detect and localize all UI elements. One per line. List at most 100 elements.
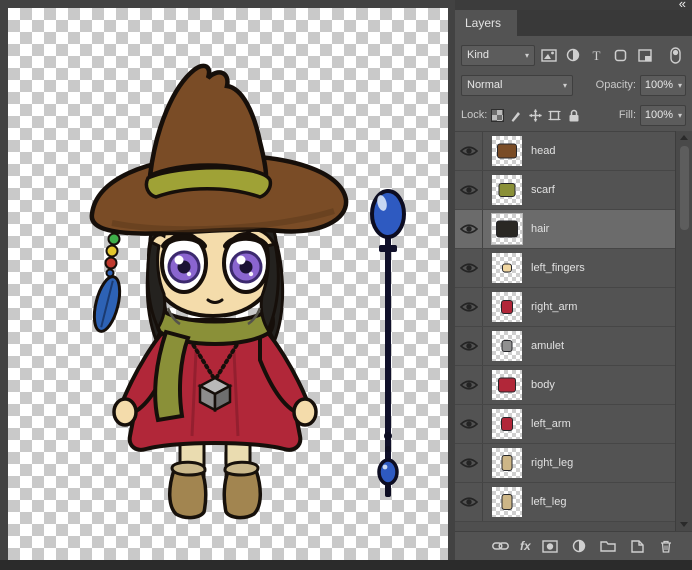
layer-row[interactable]: amulet — [455, 327, 675, 366]
blend-mode-dropdown[interactable]: Normal ▾ — [461, 74, 573, 96]
layer-thumbnail[interactable] — [492, 331, 522, 361]
eye-icon — [459, 302, 478, 312]
layer-group-icon[interactable] — [599, 537, 618, 556]
scroll-down-arrow[interactable] — [680, 522, 688, 527]
layer-visibility-toggle[interactable] — [455, 132, 483, 170]
adjustment-layer-filter-icon[interactable] — [562, 45, 583, 66]
layer-thumb-sprite — [501, 494, 513, 510]
fill-label: Fill: — [618, 109, 636, 121]
layer-row[interactable]: left_leg — [455, 483, 675, 522]
layer-name: left_fingers — [531, 262, 585, 274]
layer-row[interactable]: left_arm — [455, 405, 675, 444]
panel-tab-bar: Layers — [455, 10, 692, 36]
opacity-value-field[interactable]: 100% ▾ — [640, 74, 686, 96]
layer-visibility-toggle[interactable] — [455, 249, 483, 287]
lock-artboard-icon[interactable] — [546, 106, 563, 124]
layer-thumbnail[interactable] — [492, 175, 522, 205]
layer-style-icon[interactable]: fx — [520, 539, 531, 553]
layer-name: right_arm — [531, 301, 578, 313]
staff-illustration — [370, 189, 406, 497]
layer-visibility-toggle[interactable] — [455, 171, 483, 209]
layer-visibility-toggle[interactable] — [455, 210, 483, 248]
filter-row: Kind ▾ T — [461, 40, 686, 70]
eye-icon — [459, 380, 478, 390]
layer-thumbnail[interactable] — [492, 448, 522, 478]
layer-row[interactable]: hair — [455, 210, 675, 249]
tab-layers[interactable]: Layers — [455, 10, 518, 36]
kind-dropdown-label: Kind — [467, 49, 490, 61]
eye-icon — [459, 341, 478, 351]
svg-text:T: T — [593, 49, 601, 62]
blend-row: Normal ▾ Opacity: 100% ▾ — [461, 70, 686, 100]
fill-value: 100% — [644, 109, 673, 121]
collapse-panel-icon[interactable]: « — [679, 0, 686, 11]
lock-position-icon[interactable] — [527, 106, 544, 124]
layer-thumb-sprite — [501, 455, 513, 471]
eye-icon — [459, 224, 478, 234]
panel-header: « — [455, 0, 692, 11]
layer-row[interactable]: right_arm — [455, 288, 675, 327]
layer-thumb-sprite — [501, 417, 513, 431]
pixel-layer-filter-icon[interactable] — [538, 45, 559, 66]
layer-thumbnail[interactable] — [492, 409, 522, 439]
layer-visibility-toggle[interactable] — [455, 327, 483, 365]
layer-thumbnail[interactable] — [492, 487, 522, 517]
layer-visibility-toggle[interactable] — [455, 444, 483, 482]
layer-visibility-toggle[interactable] — [455, 483, 483, 521]
layer-name: hair — [531, 223, 550, 235]
layer-visibility-toggle[interactable] — [455, 288, 483, 326]
layer-name: right_leg — [531, 457, 574, 469]
lock-all-icon[interactable] — [565, 106, 582, 124]
layer-thumbnail[interactable] — [492, 370, 522, 400]
smart-object-filter-icon[interactable] — [634, 45, 655, 66]
lock-row: Lock: Fill: 100% ▾ — [461, 100, 686, 130]
adjustment-layer-icon[interactable] — [570, 537, 589, 556]
layers-panel: « Layers Kind ▾ T Normal ▾ Opacity: 100%… — [455, 0, 692, 560]
layer-thumbnail[interactable] — [492, 136, 522, 166]
layer-visibility-toggle[interactable] — [455, 405, 483, 443]
chevron-down-icon: ▾ — [677, 110, 682, 120]
status-bar — [0, 560, 692, 570]
chibi-character — [89, 63, 349, 520]
fill-value-field[interactable]: 100% ▾ — [640, 104, 686, 126]
layer-name: body — [531, 379, 555, 391]
eye-icon — [459, 263, 478, 273]
layers-scrollbar[interactable] — [675, 131, 692, 531]
character-illustration — [89, 63, 406, 520]
layer-row[interactable]: right_leg — [455, 444, 675, 483]
layers-list: head scarf hair left_fingers right_arm a… — [455, 131, 675, 532]
chevron-down-icon: ▾ — [562, 80, 567, 90]
layer-filter-toggle[interactable] — [665, 45, 686, 66]
layer-row[interactable]: left_fingers — [455, 249, 675, 288]
lock-pixels-icon[interactable] — [508, 106, 525, 124]
layer-mask-icon[interactable] — [541, 537, 560, 556]
layer-thumbnail[interactable] — [492, 253, 522, 283]
layer-name: scarf — [531, 184, 555, 196]
layer-name: left_arm — [531, 418, 571, 430]
scroll-up-arrow[interactable] — [680, 135, 688, 140]
layer-visibility-toggle[interactable] — [455, 366, 483, 404]
chevron-down-icon: ▾ — [677, 80, 682, 90]
layer-thumbnail[interactable] — [491, 213, 523, 245]
layers-bottom-bar: fx — [455, 531, 692, 560]
shape-layer-filter-icon[interactable] — [610, 45, 631, 66]
layer-thumb-sprite — [497, 143, 517, 159]
document-canvas[interactable] — [8, 8, 448, 560]
layer-row[interactable]: body — [455, 366, 675, 405]
lock-transparent-icon[interactable] — [489, 106, 506, 124]
eye-icon — [459, 146, 478, 156]
layer-row[interactable]: head — [455, 132, 675, 171]
eye-icon — [459, 458, 478, 468]
link-layers-icon[interactable] — [491, 537, 510, 556]
new-layer-icon[interactable] — [628, 537, 647, 556]
scrollbar-thumb[interactable] — [679, 146, 689, 230]
layer-row[interactable]: scarf — [455, 171, 675, 210]
layer-thumbnail[interactable] — [492, 292, 522, 322]
layer-thumb-sprite — [501, 300, 513, 314]
kind-dropdown[interactable]: Kind ▾ — [461, 44, 535, 66]
delete-layer-icon[interactable] — [657, 537, 676, 556]
layer-thumb-sprite — [501, 340, 513, 352]
type-layer-filter-icon[interactable]: T — [586, 45, 607, 66]
eye-icon — [459, 419, 478, 429]
eye-icon — [459, 497, 478, 507]
